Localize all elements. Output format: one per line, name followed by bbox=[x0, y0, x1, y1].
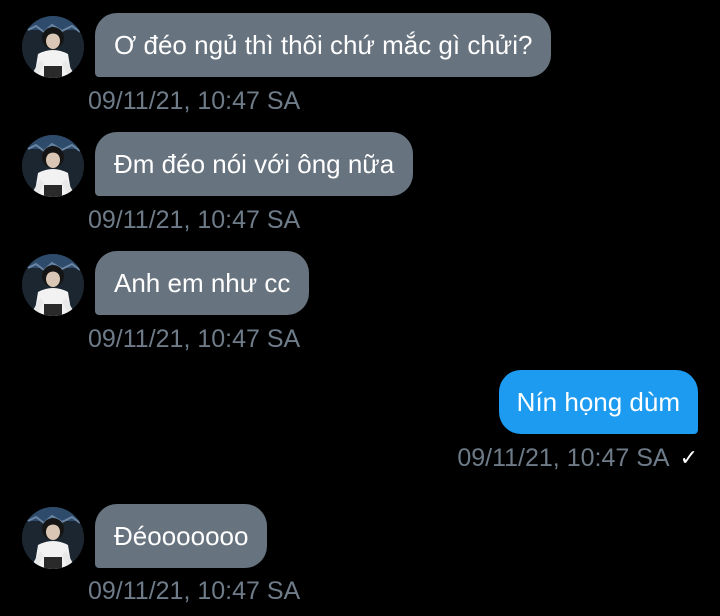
message-timestamp: 09/11/21, 10:47 SA bbox=[457, 444, 670, 472]
message-timestamp: 09/11/21, 10:47 SA bbox=[88, 577, 301, 605]
message-bubble[interactable]: Anh em như cc bbox=[95, 251, 310, 315]
message-timestamp: 09/11/21, 10:47 SA bbox=[88, 325, 301, 353]
sent-check-icon: ✓ bbox=[679, 445, 698, 470]
avatar[interactable] bbox=[22, 16, 84, 78]
avatar[interactable] bbox=[22, 507, 84, 569]
user-avatar-icon bbox=[22, 507, 84, 569]
user-avatar-icon bbox=[22, 16, 84, 78]
user-avatar-icon bbox=[22, 135, 84, 197]
message-timestamp: 09/11/21, 10:47 SA bbox=[88, 87, 301, 115]
message-bubble[interactable]: Ơ đéo ngủ thì thôi chứ mắc gì chửi? bbox=[95, 13, 552, 77]
avatar[interactable] bbox=[22, 254, 84, 316]
message-bubble[interactable]: Đm đéo nói với ông nữa bbox=[95, 132, 414, 196]
message-timestamp: 09/11/21, 10:47 SA bbox=[88, 206, 301, 234]
message-meta: 09/11/21, 10:47 SA ✓ bbox=[457, 443, 698, 473]
message-bubble[interactable]: Đéooooooo bbox=[95, 504, 268, 568]
message-bubble[interactable]: Nín họng dùm bbox=[498, 370, 698, 434]
user-avatar-icon bbox=[22, 254, 84, 316]
avatar[interactable] bbox=[22, 135, 84, 197]
